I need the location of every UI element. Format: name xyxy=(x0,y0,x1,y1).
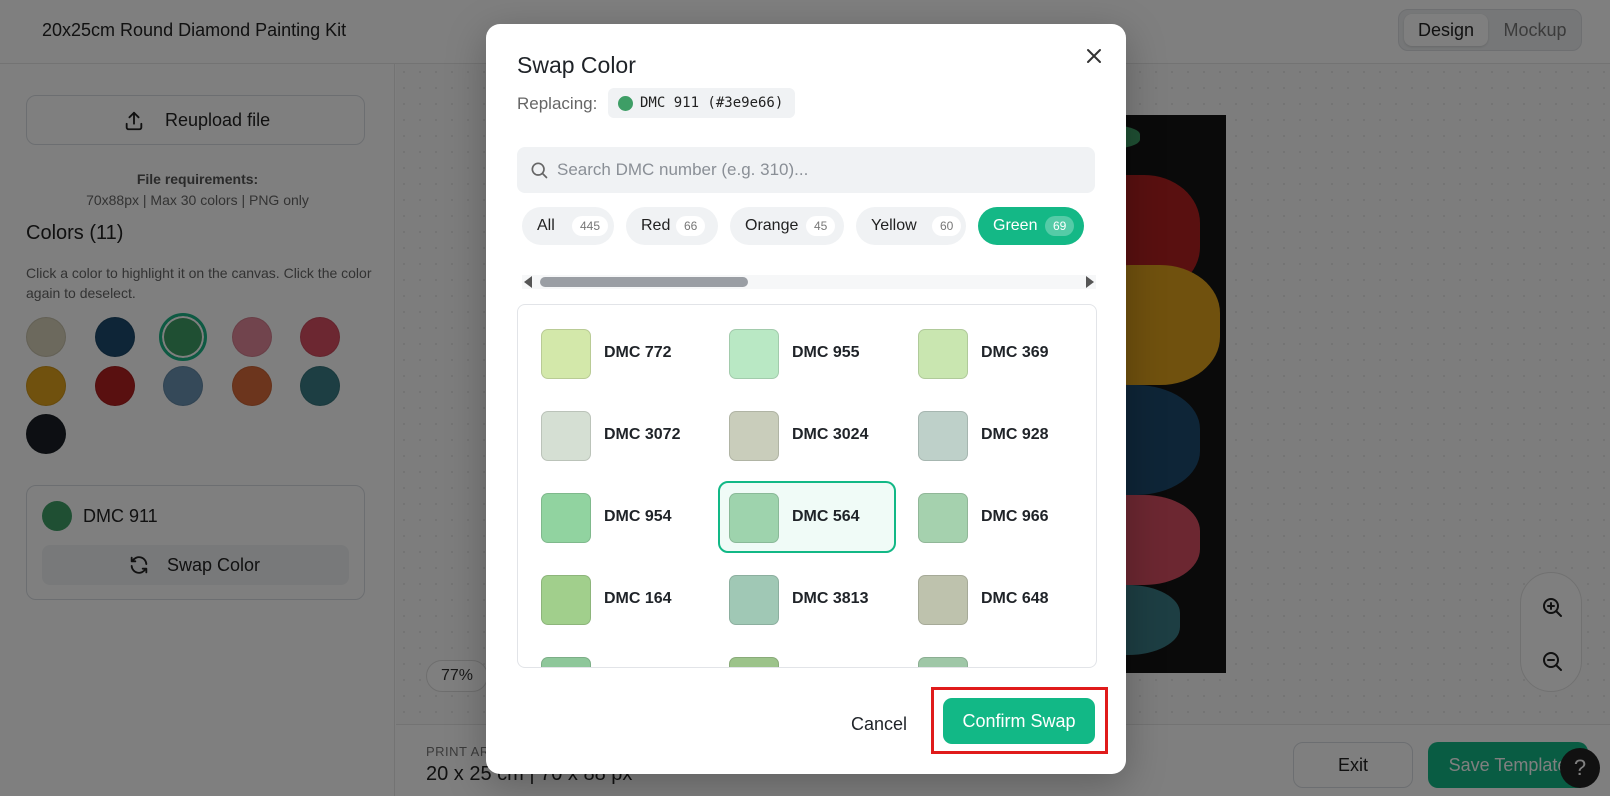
color-option-swatch xyxy=(729,493,779,543)
filter-pill-red[interactable]: Red 66 xyxy=(626,207,718,245)
filter-scrollbar[interactable] xyxy=(522,275,1096,289)
cancel-button[interactable]: Cancel xyxy=(851,714,907,735)
color-option[interactable]: DMC 928 xyxy=(907,399,1085,471)
search-input[interactable] xyxy=(557,147,1087,193)
filter-pill-count: 60 xyxy=(932,216,962,236)
color-option-swatch xyxy=(729,329,779,379)
color-option-name: DMC 772 xyxy=(604,344,672,361)
color-option-name: DMC 966 xyxy=(981,508,1049,525)
filter-pill-count: 69 xyxy=(1045,216,1075,236)
dialog-title: Swap Color xyxy=(517,52,636,78)
scroll-right-arrow[interactable] xyxy=(1086,276,1094,288)
color-option-swatch xyxy=(918,575,968,625)
color-option-name: DMC 928 xyxy=(981,426,1049,443)
color-option-name: DMC 164 xyxy=(604,590,672,607)
color-option[interactable]: DMC 3072 xyxy=(530,399,708,471)
scroll-thumb[interactable] xyxy=(540,277,748,287)
color-option-swatch xyxy=(729,575,779,625)
color-option[interactable]: DMC 369 xyxy=(907,317,1085,389)
filter-pill-yellow[interactable]: Yellow 60 xyxy=(856,207,966,245)
search-icon xyxy=(531,162,548,179)
filter-pill-green[interactable]: Green 69 xyxy=(978,207,1084,245)
color-option[interactable]: DMC 564 xyxy=(718,481,896,553)
search-field xyxy=(517,147,1095,193)
color-option[interactable]: DMC 3024 xyxy=(718,399,896,471)
color-option-swatch xyxy=(918,657,968,667)
color-family-filters: All 445 Red 66 Orange 45 Yellow 60 Green 69 xyxy=(522,207,1096,245)
replacing-label: Replacing: xyxy=(517,94,598,113)
filter-pill-label: All xyxy=(537,217,555,234)
color-grid: DMC 772 DMC 955 DMC 369 DMC 3072 DMC 3024 DMC… xyxy=(517,304,1097,668)
color-option-name: DMC 3024 xyxy=(792,426,869,443)
color-option-swatch xyxy=(541,411,591,461)
color-option[interactable]: DMC 772 xyxy=(530,317,708,389)
color-option[interactable]: DMC 648 xyxy=(907,563,1085,635)
color-option[interactable]: DMC 966 xyxy=(907,481,1085,553)
color-option-name: DMC 369 xyxy=(981,344,1049,361)
color-option-swatch xyxy=(729,411,779,461)
filter-pill-label: Yellow xyxy=(871,217,917,234)
color-option[interactable]: DMC 955 xyxy=(718,317,896,389)
filter-pill-all[interactable]: All 445 xyxy=(522,207,614,245)
color-option-name: DMC 955 xyxy=(792,344,860,361)
color-option-swatch xyxy=(918,493,968,543)
replacing-color-chip: DMC 911 (#3e9e66) xyxy=(608,88,796,118)
color-option[interactable] xyxy=(718,645,896,667)
close-icon[interactable] xyxy=(1082,44,1106,68)
color-option-swatch xyxy=(729,657,779,667)
filter-pill-count: 45 xyxy=(806,216,836,236)
swap-color-dialog: Swap Color Replacing: DMC 911 (#3e9e66) … xyxy=(486,24,1126,774)
color-option-name: DMC 564 xyxy=(792,508,860,525)
filter-pill-label: Orange xyxy=(745,217,799,234)
color-option[interactable]: DMC 164 xyxy=(530,563,708,635)
color-option-name: DMC 954 xyxy=(604,508,672,525)
color-option-swatch xyxy=(918,329,968,379)
replacing-color-value: DMC 911 (#3e9e66) xyxy=(640,95,784,111)
color-option[interactable]: DMC 3813 xyxy=(718,563,896,635)
color-option-swatch xyxy=(918,411,968,461)
color-option-swatch xyxy=(541,575,591,625)
color-option-name: DMC 3813 xyxy=(792,590,869,607)
scroll-left-arrow[interactable] xyxy=(524,276,532,288)
annotation-highlight xyxy=(931,687,1108,754)
color-option-name: DMC 3072 xyxy=(604,426,681,443)
color-option[interactable] xyxy=(907,645,1085,667)
color-option-swatch xyxy=(541,493,591,543)
filter-pill-orange[interactable]: Orange 45 xyxy=(730,207,844,245)
filter-pill-label: Red xyxy=(641,217,671,234)
filter-pill-count: 66 xyxy=(676,216,706,236)
color-option-name: DMC 648 xyxy=(981,590,1049,607)
color-option[interactable] xyxy=(530,645,708,667)
color-option[interactable]: DMC 954 xyxy=(530,481,708,553)
color-option-swatch xyxy=(541,657,591,667)
color-option-swatch xyxy=(541,329,591,379)
filter-pill-count: 445 xyxy=(572,216,609,236)
replacing-color-dot xyxy=(618,96,633,111)
filter-pill-label: Green xyxy=(993,217,1038,234)
